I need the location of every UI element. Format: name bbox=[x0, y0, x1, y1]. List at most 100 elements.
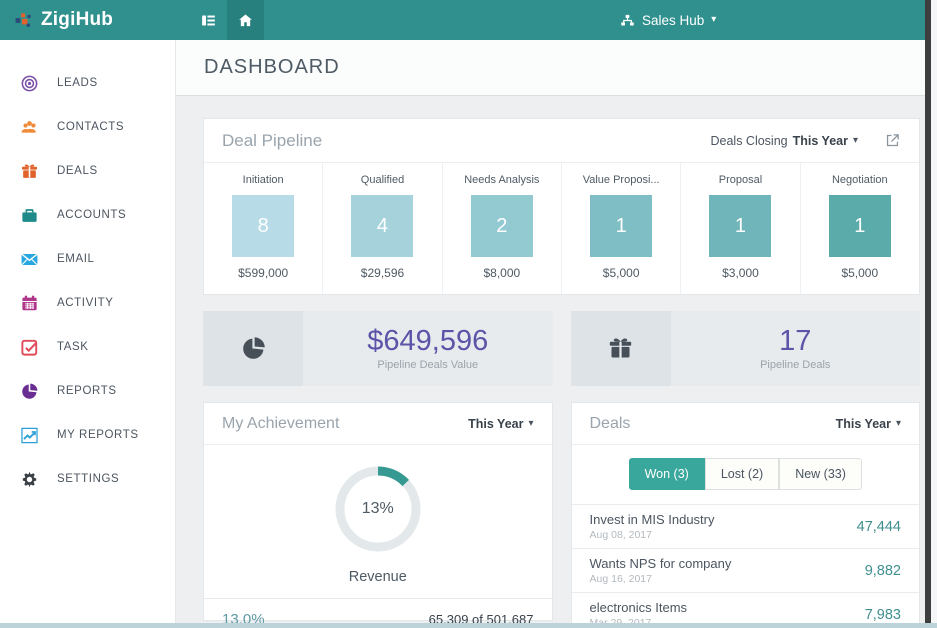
tab-won[interactable]: Won (3) bbox=[628, 458, 705, 490]
stage-count: 8 bbox=[257, 214, 269, 237]
page-header: DASHBOARD bbox=[176, 40, 925, 96]
pipeline-deals-stat-card[interactable]: 17 Pipeline Deals bbox=[570, 311, 920, 386]
tab-new[interactable]: New (33) bbox=[779, 458, 862, 490]
pipeline-stage-initiation[interactable]: Initiation 8 $599,000 bbox=[204, 163, 324, 294]
stage-name: Initiation bbox=[242, 174, 284, 186]
zigihub-logo-icon bbox=[14, 11, 33, 30]
stage-name: Value Proposi... bbox=[582, 174, 660, 186]
sidebar-item-label: REPORTS bbox=[57, 385, 117, 397]
list-icon bbox=[200, 12, 217, 29]
stage-count-box: 1 bbox=[828, 195, 891, 257]
deal-value: 9,882 bbox=[864, 562, 901, 579]
users-icon bbox=[19, 117, 39, 137]
pipeline-stage-negotiation[interactable]: Negotiation 1 $5,000 bbox=[801, 163, 919, 294]
sidebar-item-label: CONTACTS bbox=[57, 121, 125, 133]
hub-label: Sales Hub bbox=[642, 12, 705, 28]
brand[interactable]: ZigiHub bbox=[0, 9, 176, 31]
stage-name: Qualified bbox=[360, 174, 405, 186]
stage-amount: $8,000 bbox=[483, 266, 521, 280]
external-link-icon bbox=[884, 132, 901, 149]
pipeline-value-stat-card[interactable]: $649,596 Pipeline Deals Value bbox=[203, 311, 553, 386]
sidebar-item-label: EMAIL bbox=[57, 253, 95, 265]
sidebar-item-contacts[interactable]: CONTACTS bbox=[0, 105, 175, 149]
deal-pipeline-card: Deal Pipeline Deals Closing This Year ▾ … bbox=[203, 118, 920, 295]
sidebar-item-label: SETTINGS bbox=[57, 473, 120, 485]
achievement-filter[interactable]: This Year ▾ bbox=[468, 417, 533, 431]
achievement-percent: 13% bbox=[361, 500, 394, 517]
stage-count: 4 bbox=[376, 214, 389, 237]
deals-closing-filter[interactable]: Deals Closing This Year ▾ bbox=[710, 134, 858, 148]
sidebar-item-reports[interactable]: REPORTS bbox=[0, 369, 175, 413]
sidebar-item-accounts[interactable]: ACCOUNTS bbox=[0, 193, 175, 237]
top-bar: ZigiHub Sales Hub ▾ bbox=[0, 0, 937, 40]
pipeline-value-label: Pipeline Deals Value bbox=[377, 359, 479, 372]
envelope-icon bbox=[19, 249, 39, 269]
filter-value-label: This Year bbox=[792, 133, 848, 148]
page-title: DASHBOARD bbox=[204, 56, 340, 78]
stage-count-box: 2 bbox=[470, 195, 533, 257]
deals-filter[interactable]: This Year ▾ bbox=[836, 417, 901, 431]
hub-selector[interactable]: Sales Hub ▾ bbox=[620, 0, 716, 40]
deal-value: 47,444 bbox=[856, 518, 901, 535]
sidebar-item-label: LEADS bbox=[57, 77, 98, 89]
my-achievement-card: My Achievement This Year ▾ 13% Revenue 1… bbox=[203, 402, 553, 628]
achievement-title: My Achievement bbox=[222, 414, 340, 432]
target-icon bbox=[19, 73, 39, 93]
deal-date: Aug 08, 2017 bbox=[589, 529, 652, 541]
sidebar: LEADS CONTACTS DEALS ACCOUNTS EMAIL ACTI… bbox=[0, 40, 176, 628]
sidebar-item-label: ACTIVITY bbox=[57, 297, 114, 309]
pipeline-stage-value-proposition[interactable]: Value Proposi... 1 $5,000 bbox=[562, 163, 682, 294]
caret-down-icon: ▾ bbox=[895, 417, 901, 429]
sidebar-item-deals[interactable]: DEALS bbox=[0, 149, 175, 193]
pipeline-stage-qualified[interactable]: Qualified 4 $29,596 bbox=[323, 163, 443, 294]
sidebar-item-settings[interactable]: SETTINGS bbox=[0, 457, 175, 501]
briefcase-icon bbox=[19, 205, 39, 225]
gear-icon bbox=[19, 469, 39, 489]
gift-icon bbox=[607, 335, 634, 362]
stage-count-box: 1 bbox=[590, 195, 653, 257]
deal-name: electronics Items bbox=[589, 600, 688, 615]
sidebar-item-label: ACCOUNTS bbox=[57, 209, 127, 221]
stat-icon-box bbox=[570, 311, 671, 386]
deal-name: Invest in MIS Industry bbox=[589, 512, 715, 527]
deal-value: 7,983 bbox=[864, 606, 901, 623]
sidebar-item-leads[interactable]: LEADS bbox=[0, 61, 175, 105]
window-right-margin bbox=[931, 0, 937, 628]
sidebar-item-label: TASK bbox=[57, 341, 89, 353]
deal-list-item[interactable]: Invest in MIS Industry Aug 08, 2017 47,4… bbox=[571, 505, 919, 549]
pipeline-stage-needs-analysis[interactable]: Needs Analysis 2 $8,000 bbox=[443, 163, 562, 294]
stage-name: Proposal bbox=[718, 174, 763, 186]
deal-date: Aug 16, 2017 bbox=[589, 573, 652, 585]
gift-icon bbox=[19, 161, 39, 181]
brand-name: ZigiHub bbox=[41, 9, 114, 30]
filter-value-label: This Year bbox=[835, 416, 891, 431]
achievement-metric: Revenue bbox=[348, 569, 407, 585]
caret-down-icon: ▾ bbox=[528, 417, 534, 429]
filter-prefix-label: Deals Closing bbox=[710, 133, 788, 148]
stage-amount: $3,000 bbox=[722, 266, 759, 280]
stage-count: 1 bbox=[615, 214, 627, 237]
sidebar-item-email[interactable]: EMAIL bbox=[0, 237, 175, 281]
tab-lost[interactable]: Lost (2) bbox=[704, 458, 780, 490]
caret-down-icon: ▾ bbox=[711, 14, 717, 25]
deal-list-item[interactable]: Wants NPS for company Aug 16, 2017 9,882 bbox=[571, 549, 919, 593]
home-button[interactable] bbox=[227, 0, 264, 40]
deals-tabs: Won (3) Lost (2) New (33) bbox=[571, 445, 919, 505]
pipeline-deals-count: 17 bbox=[779, 324, 812, 357]
sidebar-item-my-reports[interactable]: MY REPORTS bbox=[0, 413, 175, 457]
home-icon bbox=[237, 12, 254, 29]
pipeline-deals-label: Pipeline Deals bbox=[760, 359, 831, 372]
stage-count-box: 8 bbox=[232, 195, 295, 257]
sidebar-item-activity[interactable]: ACTIVITY bbox=[0, 281, 175, 325]
deals-title: Deals bbox=[589, 414, 631, 432]
pipeline-value: $649,596 bbox=[367, 324, 489, 357]
stage-amount: $5,000 bbox=[841, 266, 879, 280]
task-check-icon bbox=[19, 337, 39, 357]
menu-list-button[interactable] bbox=[190, 0, 227, 40]
stage-count: 1 bbox=[734, 214, 747, 237]
expand-pipeline-button[interactable] bbox=[884, 132, 901, 149]
stage-count: 1 bbox=[854, 214, 866, 237]
pipeline-stage-proposal[interactable]: Proposal 1 $3,000 bbox=[681, 163, 801, 294]
sidebar-item-task[interactable]: TASK bbox=[0, 325, 175, 369]
stage-name: Negotiation bbox=[831, 174, 888, 186]
